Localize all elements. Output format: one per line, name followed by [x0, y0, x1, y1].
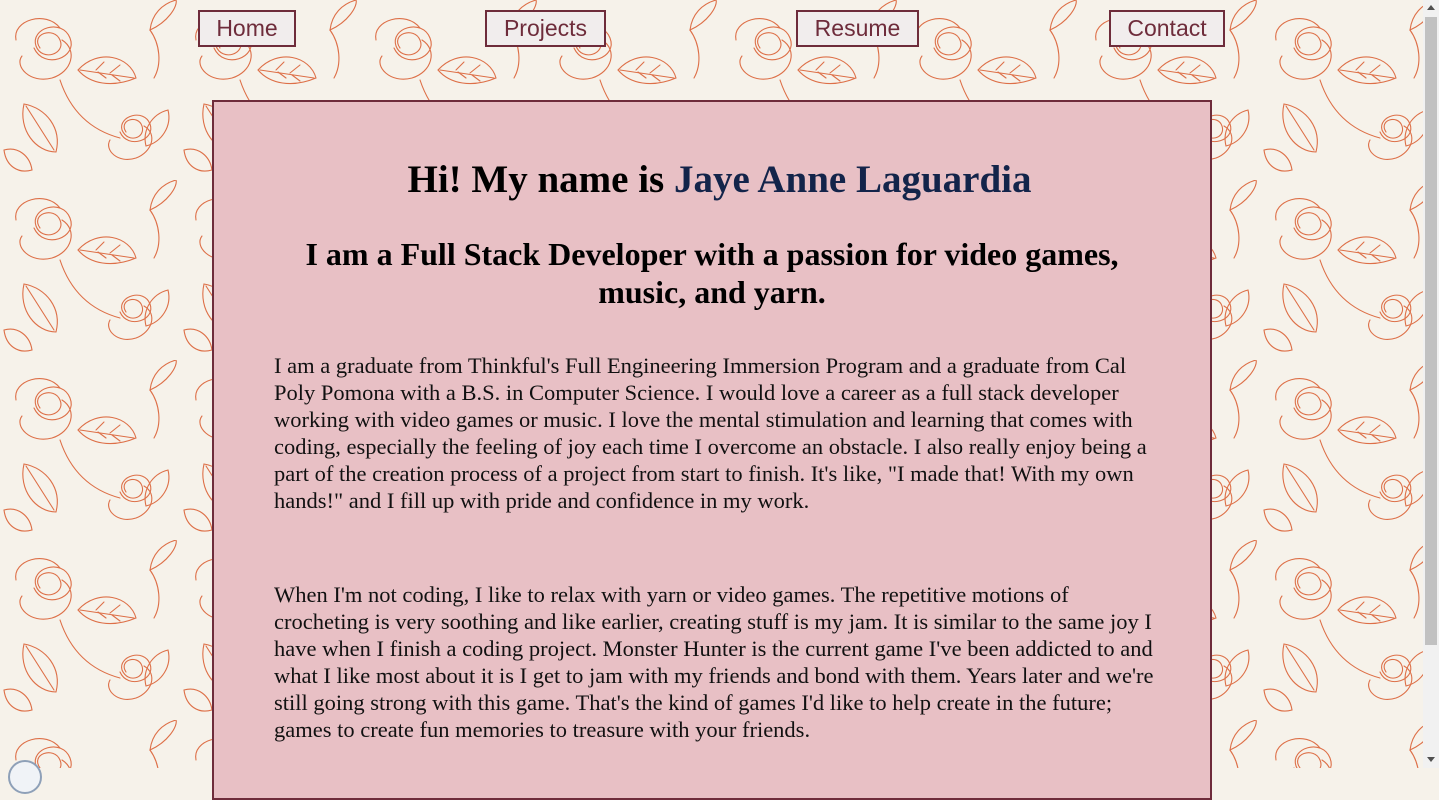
- bio-paragraph-1: I am a graduate from Thinkful's Full Eng…: [274, 353, 1147, 513]
- vertical-scrollbar[interactable]: [1423, 0, 1439, 768]
- nav-home-button[interactable]: Home: [198, 10, 296, 47]
- scrollbar-thumb[interactable]: [1425, 17, 1437, 645]
- nav-contact-button[interactable]: Contact: [1109, 10, 1225, 47]
- scroll-up-arrow-icon[interactable]: [1427, 5, 1435, 10]
- tagline: I am a Full Stack Developer with a passi…: [305, 236, 1119, 310]
- hero-greeting: Hi! My name is: [407, 158, 674, 201]
- corner-circle-icon[interactable]: [8, 760, 42, 794]
- bio-paragraph-2: When I'm not coding, I like to relax wit…: [274, 582, 1154, 742]
- scroll-down-arrow-icon[interactable]: [1427, 757, 1435, 762]
- nav-projects-button[interactable]: Projects: [485, 10, 606, 47]
- hero-title: Hi! My name is Jaye Anne Laguardia: [0, 157, 1439, 202]
- hero-name: Jaye Anne Laguardia: [673, 158, 1032, 201]
- nav-resume-button[interactable]: Resume: [796, 10, 919, 47]
